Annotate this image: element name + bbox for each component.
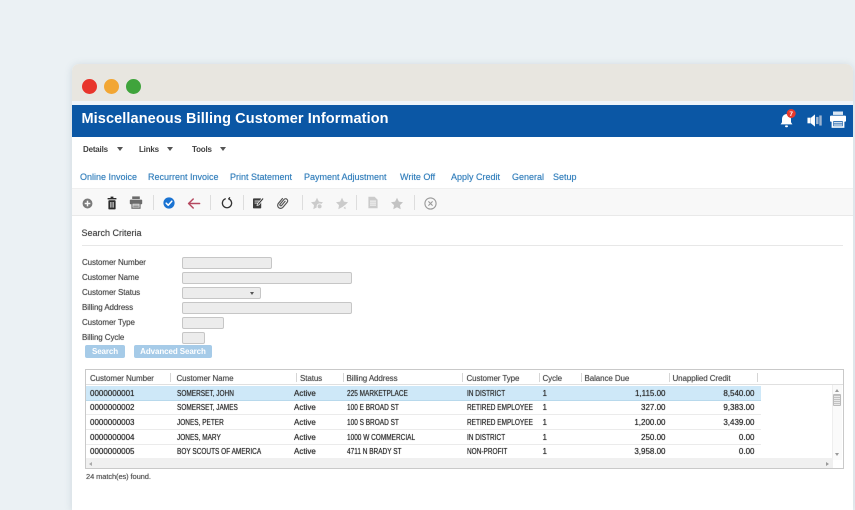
svg-text:7: 7 [789, 111, 793, 118]
